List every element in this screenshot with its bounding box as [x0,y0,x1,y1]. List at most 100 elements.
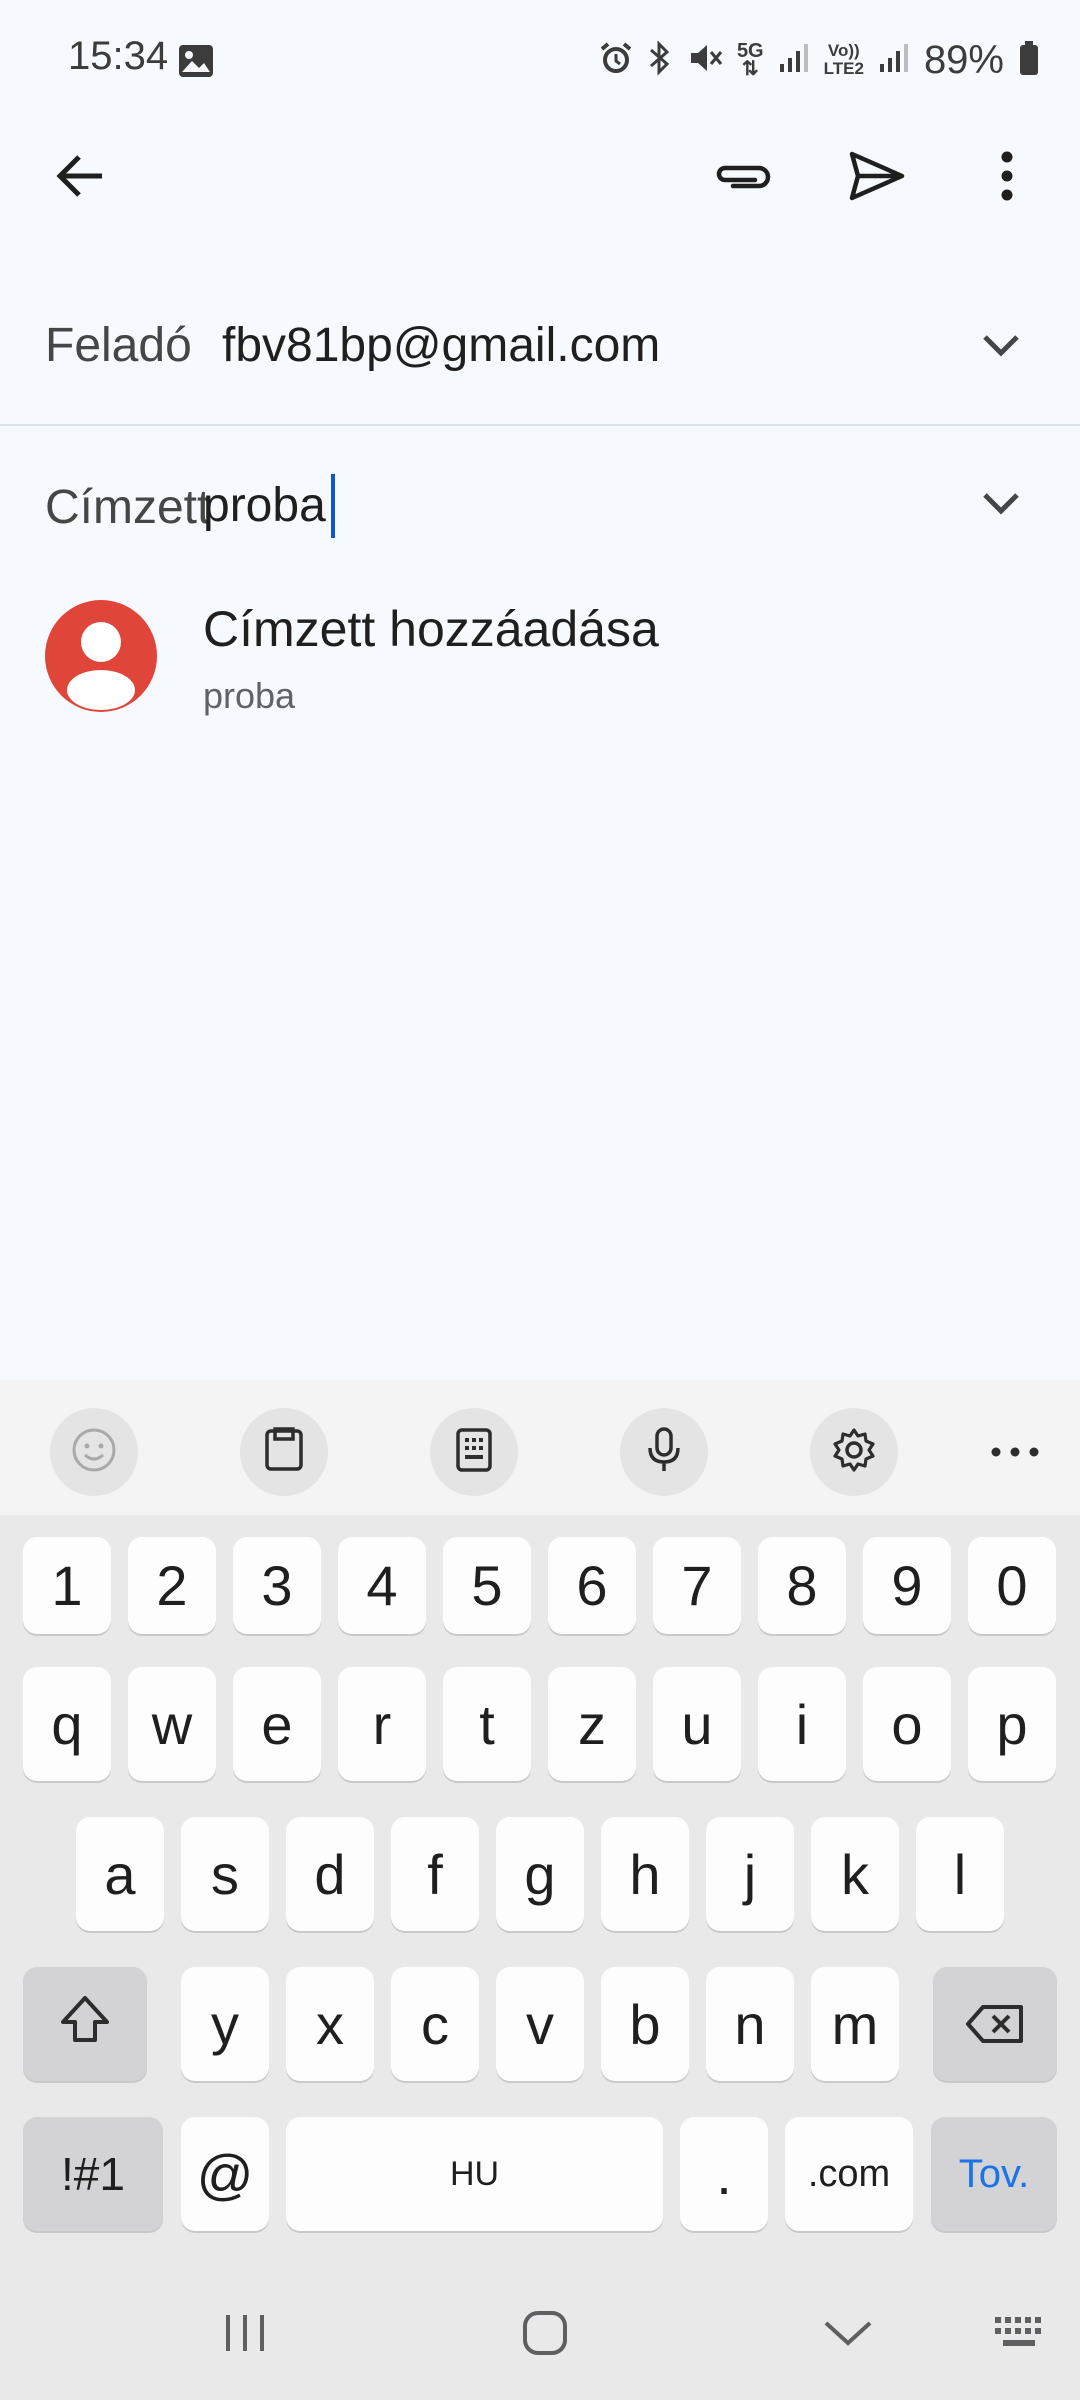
emoji-button[interactable] [50,1408,138,1496]
keyboard-more-button[interactable] [970,1420,1060,1486]
mic-icon [645,1426,683,1479]
keyboard-toolbar [0,1380,1080,1515]
from-expand-button[interactable] [956,302,1046,392]
key-e[interactable]: e [233,1667,321,1781]
at-key[interactable]: @ [181,2117,269,2231]
signal-icon [878,42,910,79]
status-time: 15:34 [68,34,169,78]
more-vert-icon [1000,151,1014,206]
to-input[interactable]: proba [203,478,326,533]
key-n[interactable]: n [706,1967,794,2081]
to-expand-button[interactable] [956,460,1046,550]
key-6[interactable]: 6 [548,1537,636,1634]
keyboard-switch-icon [993,2315,1047,2356]
keyboard-switch-button[interactable] [980,2300,1060,2370]
suggestion-subtitle: proba [203,675,296,716]
from-value[interactable]: fbv81bp@gmail.com [222,318,660,373]
symbols-key[interactable]: !#1 [23,2117,163,2231]
key-j[interactable]: j [706,1817,794,1931]
key-w[interactable]: w [128,1667,216,1781]
more-options-button[interactable] [962,133,1052,223]
emoji-icon [71,1427,117,1478]
key-v[interactable]: v [496,1967,584,2081]
image-icon [178,44,214,83]
next-key[interactable]: Tov. [931,2117,1057,2231]
key-0[interactable]: 0 [968,1537,1056,1634]
home-icon [522,2310,568,2361]
key-2[interactable]: 2 [128,1537,216,1634]
key-h[interactable]: h [601,1817,689,1931]
mute-icon [687,41,723,80]
key-g[interactable]: g [496,1817,584,1931]
key-z[interactable]: z [548,1667,636,1781]
key-p[interactable]: p [968,1667,1056,1781]
more-horiz-icon [991,1444,1039,1462]
back-arrow-icon [55,153,105,204]
key-d[interactable]: d [286,1817,374,1931]
key-9[interactable]: 9 [863,1537,951,1634]
key-8[interactable]: 8 [758,1537,846,1634]
to-label: Címzett [45,481,211,534]
send-button[interactable] [832,133,922,223]
key-y[interactable]: y [181,1967,269,2081]
key-m[interactable]: m [811,1967,899,2081]
key-5[interactable]: 5 [443,1537,531,1634]
period-key[interactable]: . [680,2117,768,2231]
attach-button[interactable] [696,133,786,223]
attach-icon [711,156,771,201]
keyboard-settings-button[interactable] [810,1408,898,1496]
clipboard-icon [263,1426,305,1478]
volte-icon: Vo)) LTE2 [823,41,864,78]
bluetooth-icon [647,39,673,81]
settings-icon [830,1426,878,1479]
key-1[interactable]: 1 [23,1537,111,1634]
key-c[interactable]: c [391,1967,479,2081]
key-q[interactable]: q [23,1667,111,1781]
battery-percent: 89% [923,37,1004,82]
signal-icon [778,42,810,79]
key-b[interactable]: b [601,1967,689,2081]
divider [0,424,1080,426]
clipboard-button[interactable] [240,1408,328,1496]
key-r[interactable]: r [338,1667,426,1781]
home-button[interactable] [500,2300,590,2370]
battery-icon [1018,40,1040,81]
keypad-icon [455,1427,493,1478]
shift-icon [59,1992,111,2057]
key-3[interactable]: 3 [233,1537,321,1634]
keypad-button[interactable] [430,1408,518,1496]
key-l[interactable]: l [916,1817,1004,1931]
voice-input-button[interactable] [620,1408,708,1496]
alarm-icon [599,41,633,80]
key-s[interactable]: s [181,1817,269,1931]
backspace-icon [965,1992,1025,2057]
key-f[interactable]: f [391,1817,479,1931]
key-4[interactable]: 4 [338,1537,426,1634]
recents-button[interactable] [200,2300,290,2370]
key-k[interactable]: k [811,1817,899,1931]
key-a[interactable]: a [76,1817,164,1931]
key-t[interactable]: t [443,1667,531,1781]
key-o[interactable]: o [863,1667,951,1781]
suggestion-title: Címzett hozzáadása [203,601,659,657]
avatar [45,600,157,712]
send-icon [848,150,906,207]
hide-keyboard-icon [823,2319,873,2352]
key-x[interactable]: x [286,1967,374,2081]
status-bar: 15:34 5G ⇅ Vo)) LTE2 89% [0,0,1080,120]
space-key[interactable]: HU [286,2117,663,2231]
5g-icon: 5G ⇅ [736,40,764,80]
dotcom-key[interactable]: .com [785,2117,913,2231]
chevron-down-icon [982,491,1020,520]
from-label: Feladó [45,319,192,372]
hide-keyboard-button[interactable] [803,2300,893,2370]
backspace-key[interactable] [933,1967,1057,2081]
key-u[interactable]: u [653,1667,741,1781]
key-7[interactable]: 7 [653,1537,741,1634]
shift-key[interactable] [23,1967,147,2081]
back-button[interactable] [35,133,125,223]
key-i[interactable]: i [758,1667,846,1781]
recents-icon [222,2313,268,2358]
status-icons: 5G ⇅ Vo)) LTE2 89% [599,30,1040,90]
text-cursor [331,474,335,538]
